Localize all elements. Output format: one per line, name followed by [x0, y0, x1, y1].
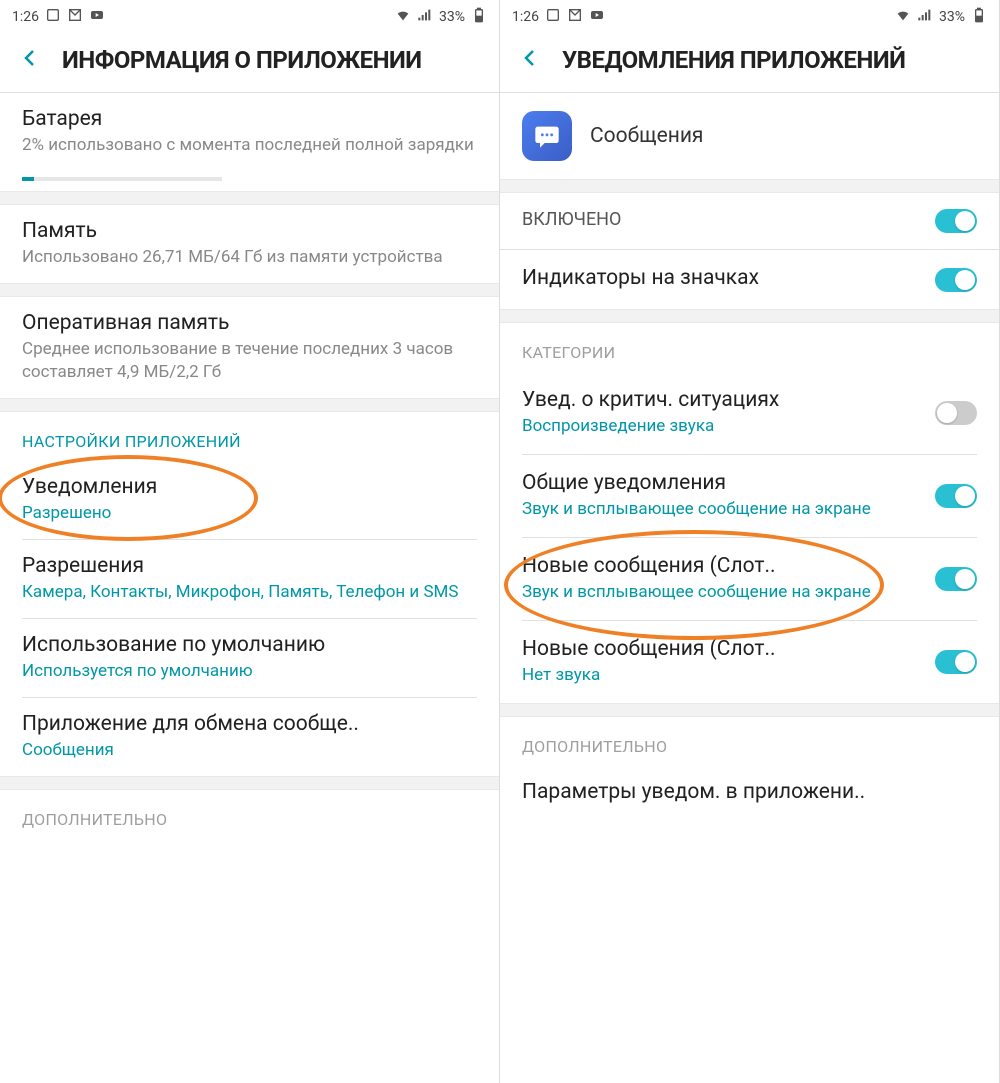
- page-title: ИНФОРМАЦИЯ О ПРИЛОЖЕНИИ: [62, 46, 422, 74]
- row-critical[interactable]: Увед. о критич. ситуациях Воспроизведени…: [500, 372, 999, 454]
- row-default-usage[interactable]: Использование по умолчанию Используется …: [0, 619, 499, 697]
- row-ram[interactable]: Оперативная память Среднее использование…: [0, 297, 499, 398]
- row-sub: Камера, Контакты, Микрофон, Память, Теле…: [22, 581, 477, 604]
- row-title: Батарея: [22, 107, 477, 131]
- screenshot-icon: [45, 7, 61, 27]
- battery-icon: [971, 7, 987, 27]
- screen-app-info: 1:26 33% ИНФОРМАЦИЯ О ПРИЛОЖЕНИИ Батарея…: [0, 0, 500, 1083]
- row-notif-app-settings[interactable]: Параметры уведом. в приложени..: [500, 766, 999, 821]
- divider: [500, 179, 999, 193]
- row-sub: Разрешено: [22, 502, 477, 525]
- divider: [0, 283, 499, 297]
- row-badges[interactable]: Индикаторы на значках: [500, 250, 999, 309]
- row-sub: Воспроизведение звука: [522, 415, 921, 438]
- mail-icon: [567, 7, 583, 27]
- row-permissions[interactable]: Разрешения Камера, Контакты, Микрофон, П…: [0, 540, 499, 618]
- battery-pct: 33%: [439, 9, 465, 25]
- divider: [0, 191, 499, 205]
- row-title: Увед. о критич. ситуациях: [522, 388, 921, 412]
- row-storage[interactable]: Память Использовано 26,71 МБ/64 Гб из па…: [0, 205, 499, 283]
- row-sub: Используется по умолчанию: [22, 660, 477, 683]
- row-title: Новые сообщения (Слот..: [522, 554, 921, 578]
- row-sub: Нет звука: [522, 664, 921, 687]
- section-additional: ДОПОЛНИТЕЛЬНО: [500, 717, 999, 766]
- signal-icon: [917, 7, 933, 27]
- youtube-icon: [89, 7, 105, 27]
- toggle-general[interactable]: [935, 484, 977, 508]
- youtube-icon: [589, 7, 605, 27]
- row-share-app[interactable]: Приложение для обмена сообще.. Сообщения: [0, 698, 499, 776]
- mail-icon: [67, 7, 83, 27]
- row-new-messages-slot1[interactable]: Новые сообщения (Слот.. Звук и всплывающ…: [500, 538, 999, 620]
- row-sub: Звук и всплывающее сообщение на экране: [522, 581, 921, 604]
- divider: [500, 703, 999, 717]
- row-title: Разрешения: [22, 554, 477, 578]
- divider: [0, 398, 499, 412]
- row-title: Уведомления: [22, 475, 477, 499]
- row-sub: Звук и всплывающее сообщение на экране: [522, 498, 921, 521]
- status-time: 1:26: [512, 9, 539, 25]
- battery-icon: [471, 7, 487, 27]
- status-bar: 1:26 33%: [0, 0, 499, 34]
- page-title: УВЕДОМЛЕНИЯ ПРИЛОЖЕНИЙ: [562, 46, 905, 74]
- app-identity: Сообщения: [500, 93, 999, 179]
- battery-pct: 33%: [939, 9, 965, 25]
- row-enabled[interactable]: ВКЛЮЧЕНО: [500, 193, 999, 249]
- header: УВЕДОМЛЕНИЯ ПРИЛОЖЕНИЙ: [500, 34, 999, 92]
- back-icon[interactable]: [18, 46, 42, 74]
- toggle-new-msg1[interactable]: [935, 567, 977, 591]
- row-title: Приложение для обмена сообще..: [22, 712, 477, 736]
- toggle-new-msg2[interactable]: [935, 650, 977, 674]
- row-general[interactable]: Общие уведомления Звук и всплывающее соо…: [500, 455, 999, 537]
- row-sub: Среднее использование в течение последни…: [22, 338, 477, 384]
- row-title: Параметры уведом. в приложени..: [522, 780, 977, 804]
- signal-icon: [417, 7, 433, 27]
- screenshot-icon: [545, 7, 561, 27]
- row-title: Новые сообщения (Слот..: [522, 637, 921, 661]
- status-bar: 1:26 33%: [500, 0, 999, 34]
- row-title: Общие уведомления: [522, 471, 921, 495]
- row-sub: Использовано 26,71 МБ/64 Гб из памяти ус…: [22, 246, 477, 269]
- toggle-enabled[interactable]: [935, 209, 977, 233]
- wifi-icon: [895, 7, 911, 27]
- header: ИНФОРМАЦИЯ О ПРИЛОЖЕНИИ: [0, 34, 499, 92]
- toggle-critical[interactable]: [935, 401, 977, 425]
- divider: [500, 309, 999, 323]
- back-icon[interactable]: [518, 46, 542, 74]
- section-app-settings: НАСТРОЙКИ ПРИЛОЖЕНИЙ: [0, 412, 499, 461]
- row-new-messages-slot2[interactable]: Новые сообщения (Слот.. Нет звука: [500, 621, 999, 703]
- row-title: Индикаторы на значках: [522, 266, 921, 290]
- battery-usage-bar: [22, 177, 222, 181]
- row-title: Оперативная память: [22, 311, 477, 335]
- row-title: Использование по умолчанию: [22, 633, 477, 657]
- divider: [0, 776, 499, 790]
- section-categories: КАТЕГОРИИ: [500, 323, 999, 372]
- app-name: Сообщения: [590, 124, 703, 148]
- wifi-icon: [395, 7, 411, 27]
- row-sub: Сообщения: [22, 739, 477, 762]
- status-time: 1:26: [12, 9, 39, 25]
- row-title: Память: [22, 219, 477, 243]
- toggle-badges[interactable]: [935, 268, 977, 292]
- section-additional: ДОПОЛНИТЕЛЬНО: [0, 790, 499, 839]
- messages-app-icon: [522, 111, 572, 161]
- row-title: ВКЛЮЧЕНО: [522, 209, 921, 230]
- screen-app-notifications: 1:26 33% УВЕДОМЛЕНИЯ ПРИЛОЖЕНИЙ Сообщени…: [500, 0, 1000, 1083]
- row-battery[interactable]: Батарея 2% использовано с момента послед…: [0, 93, 499, 171]
- row-notifications[interactable]: Уведомления Разрешено: [0, 461, 499, 539]
- row-sub: 2% использовано с момента последней полн…: [22, 134, 477, 157]
